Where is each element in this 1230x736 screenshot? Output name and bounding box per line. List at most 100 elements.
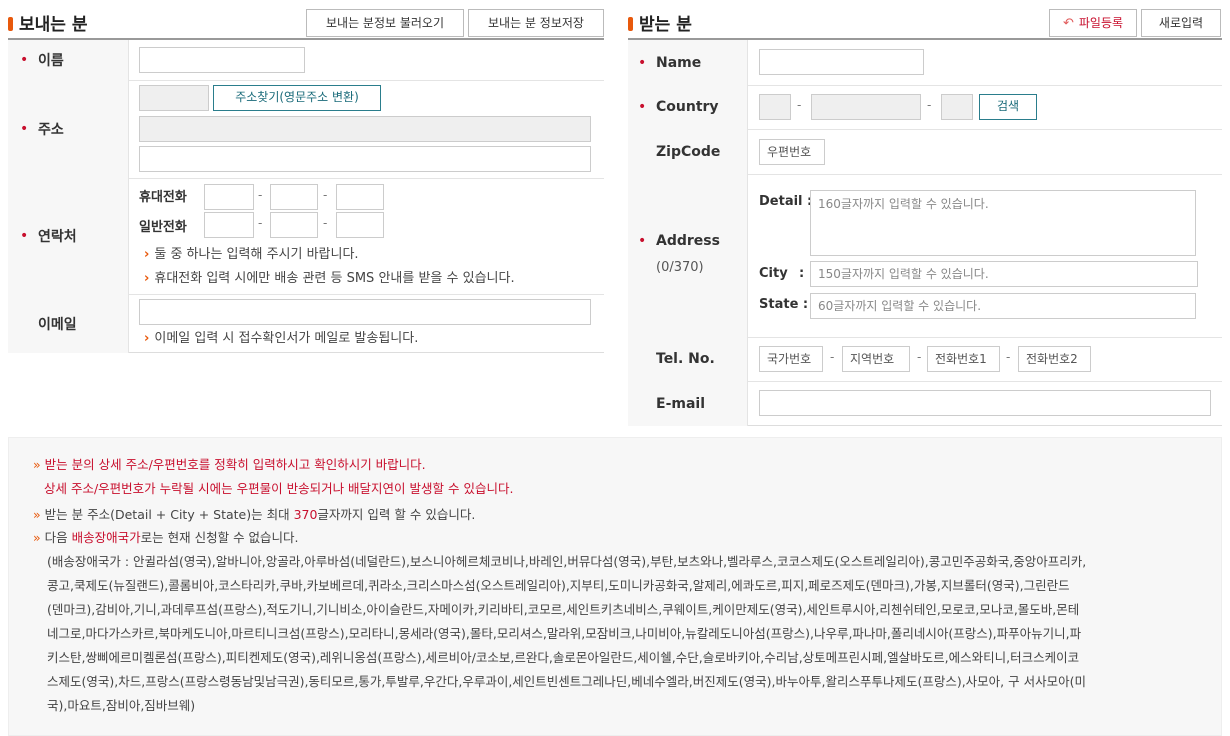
- country-list-line: 국),마요트,잠비아,짐바브웨): [47, 698, 196, 713]
- receiver-tel-label: Tel. No.: [656, 351, 715, 367]
- city-label: City: [759, 266, 788, 281]
- receiver-country-row: • Country - - 검색: [628, 85, 1222, 130]
- reply-arrow-icon: ↶: [1062, 16, 1074, 31]
- chevron-right-icon: ›: [144, 271, 150, 286]
- address-char-count: (0/370): [656, 260, 704, 275]
- chevron-right-icon: »: [33, 507, 41, 522]
- required-mark: •: [20, 52, 29, 68]
- contact-guide-2: › 휴대전화 입력 시에만 배송 관련 등 SMS 안내를 받을 수 있습니다.: [144, 271, 515, 286]
- sender-name-label: 이름: [38, 53, 64, 69]
- receiver-name-label: Name: [656, 54, 702, 71]
- save-sender-button[interactable]: 보내는 분 정보저장: [468, 9, 604, 37]
- country-list-line: (덴마크),감비아,기니,과데루프섬(프랑스),적도기니,기니비소,아이슬란드,…: [47, 602, 1080, 617]
- chevron-right-icon: »: [33, 530, 41, 545]
- country-list-line: 키스탄,쌍삐에르미켈론섬(프랑스),피티켄제도(영국),레위니옹섬(프랑스),세…: [47, 650, 1080, 665]
- detail-textarea[interactable]: 160글자까지 입력할 수 있습니다.: [810, 190, 1196, 256]
- receiver-tel-row: Tel. No. 국가번호 - 지역번호 - 전화번호1 - 전화번호2: [628, 337, 1222, 382]
- section-marker-icon: [628, 17, 633, 31]
- dash: -: [797, 98, 802, 112]
- sender-email-input[interactable]: [139, 299, 591, 325]
- phone-input-2[interactable]: [270, 212, 318, 238]
- address-search-button[interactable]: 주소찾기(영문주소 변환): [213, 85, 381, 111]
- sender-contact-label: 연락처: [38, 229, 77, 245]
- new-input-button[interactable]: 새로입력: [1141, 9, 1221, 37]
- contact-guide-1: › 둘 중 하나는 입력해 주시기 바랍니다.: [144, 247, 359, 262]
- chevron-right-icon: ›: [144, 331, 150, 346]
- country-list-line: 콩고,쿡제도(뉴질랜드),콜롬비아,코스타리카,쿠바,카보베르데,퀴라소,크리스…: [47, 578, 1070, 593]
- chevron-right-icon: »: [33, 457, 41, 472]
- country-extra-input[interactable]: [941, 94, 973, 120]
- email-guide: › 이메일 입력 시 접수확인서가 메일로 발송됩니다.: [144, 331, 419, 346]
- detail-label: Detail :: [759, 194, 813, 209]
- receiver-zipcode-row: ZipCode 우편번호: [628, 129, 1222, 175]
- dash: -: [927, 98, 932, 112]
- tel-country-input[interactable]: 국가번호: [759, 346, 823, 372]
- required-mark: •: [638, 99, 647, 115]
- required-mark: •: [638, 54, 647, 71]
- sender-name-input[interactable]: [139, 47, 305, 73]
- mobile-input-2[interactable]: [270, 184, 318, 210]
- receiver-address-label: Address: [656, 233, 720, 249]
- sender-form: • 이름 • 주소 주소찾기(영문주소 변환) • 연락처 휴대전화 - - 일반전화…: [8, 38, 604, 353]
- notice-line-2: 상세 주소/우편번호가 누락될 시에는 우편물이 반송되거나 배달지연이 발생할…: [44, 481, 514, 496]
- required-mark: •: [638, 233, 647, 249]
- sender-zipcode-input[interactable]: [139, 85, 209, 111]
- country-name-input[interactable]: [811, 94, 921, 120]
- section-marker-icon: [8, 17, 13, 31]
- sender-title: 보내는 분: [8, 10, 87, 35]
- sender-address-row: • 주소 주소찾기(영문주소 변환): [8, 80, 604, 179]
- notice-box: » 받는 분의 상세 주소/우편번호를 정확히 입력하시고 확인하시기 바랍니다.…: [8, 437, 1222, 736]
- phone-input-3[interactable]: [336, 212, 384, 238]
- load-sender-button[interactable]: 보내는 분정보 불러오기: [306, 9, 464, 37]
- sender-address-input[interactable]: [139, 116, 591, 142]
- receiver-email-row: E-mail: [628, 381, 1222, 426]
- dash: -: [1006, 350, 1011, 364]
- sender-address-detail-input[interactable]: [139, 146, 591, 172]
- receiver-address-row: • Address (0/370) Detail : 160글자까지 입력할 수…: [628, 174, 1222, 338]
- receiver-form: • Name • Country - - 검색 ZipCode 우편번호 • Add…: [628, 38, 1222, 426]
- notice-line-4: » 다음 배송장애국가로는 현재 신청할 수 없습니다.: [33, 530, 299, 545]
- city-input[interactable]: 150글자까지 입력할 수 있습니다.: [810, 261, 1198, 287]
- receiver-name-row: • Name: [628, 40, 1222, 86]
- zipcode-input[interactable]: 우편번호: [759, 139, 825, 165]
- dash: -: [830, 350, 835, 364]
- receiver-country-label: Country: [656, 99, 719, 115]
- phone-label: 일반전화: [139, 220, 187, 235]
- country-code-input[interactable]: [759, 94, 791, 120]
- dash: -: [323, 216, 328, 230]
- receiver-name-input[interactable]: [759, 49, 924, 75]
- receiver-title: 받는 분: [628, 10, 692, 35]
- sender-email-label: 이메일: [38, 316, 77, 333]
- dash: -: [917, 350, 922, 364]
- sender-email-row: 이메일 › 이메일 입력 시 접수확인서가 메일로 발송됩니다.: [8, 294, 604, 353]
- dash: -: [258, 216, 263, 230]
- notice-line-1: » 받는 분의 상세 주소/우편번호를 정확히 입력하시고 확인하시기 바랍니다.: [33, 457, 426, 472]
- dash: -: [258, 188, 263, 202]
- country-search-button[interactable]: 검색: [979, 94, 1037, 120]
- tel-phone2-input[interactable]: 전화번호2: [1018, 346, 1091, 372]
- country-list-line: (배송장애국가 : 안귈라섬(영국),알바니아,앙골라,아루바섬(네덜란드),보…: [47, 554, 1087, 569]
- tel-phone1-input[interactable]: 전화번호1: [927, 346, 1000, 372]
- receiver-email-input[interactable]: [759, 390, 1211, 416]
- receiver-email-label: E-mail: [656, 395, 706, 412]
- country-list-line: 스제도(영국),차드,프랑스(프랑스령동남및남극권),동티모르,통가,투발루,우…: [47, 674, 1086, 689]
- sender-contact-row: • 연락처 휴대전화 - - 일반전화 - - › 둘 중 하나는 입력해 주시기 …: [8, 178, 604, 295]
- required-mark: •: [20, 121, 29, 137]
- country-list-line: 네그로,마다가스카르,북마케도니아,마르티니크섬(프랑스),모리타니,몽세라(영…: [47, 626, 1082, 641]
- sender-address-label: 주소: [38, 122, 64, 138]
- state-input[interactable]: 60글자까지 입력할 수 있습니다.: [810, 293, 1196, 319]
- notice-line-3: » 받는 분 주소(Detail + City + State)는 최대 370글…: [33, 507, 476, 522]
- chevron-right-icon: ›: [144, 247, 150, 262]
- mobile-input-3[interactable]: [336, 184, 384, 210]
- city-colon: :: [799, 266, 805, 281]
- receiver-zipcode-label: ZipCode: [656, 143, 721, 160]
- state-label: State :: [759, 297, 809, 312]
- sender-name-row: • 이름: [8, 40, 604, 81]
- mobile-input-1[interactable]: [204, 184, 254, 210]
- phone-input-1[interactable]: [204, 212, 254, 238]
- file-upload-button[interactable]: ↶ 파일등록: [1049, 9, 1137, 37]
- dash: -: [323, 188, 328, 202]
- tel-area-input[interactable]: 지역번호: [842, 346, 910, 372]
- required-mark: •: [20, 228, 29, 244]
- mobile-label: 휴대전화: [139, 190, 187, 205]
